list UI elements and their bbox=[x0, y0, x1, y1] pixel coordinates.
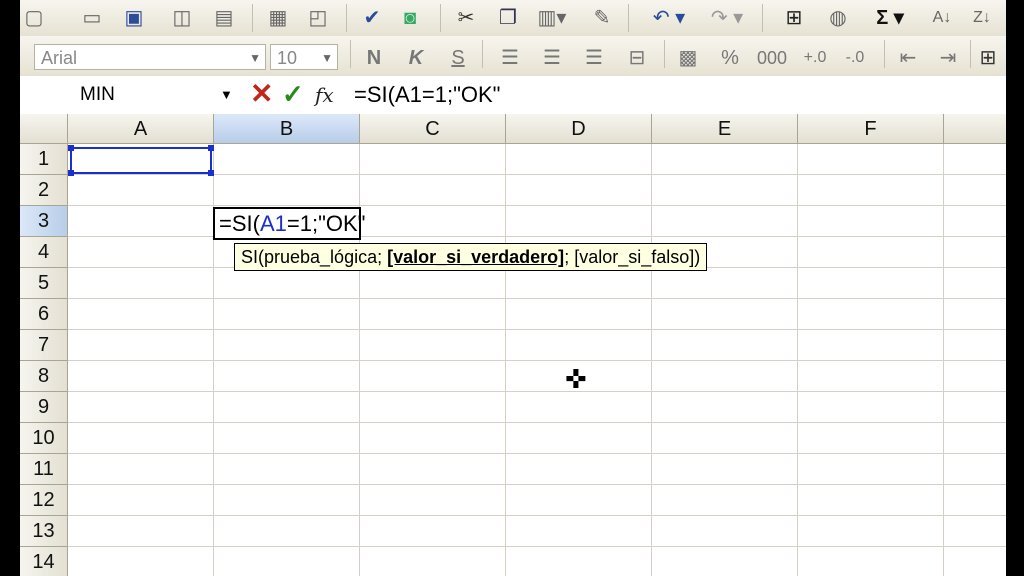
column-header-d[interactable]: D bbox=[506, 114, 652, 144]
cut-icon[interactable]: ✂ bbox=[452, 6, 480, 30]
row-header-6[interactable]: 6 bbox=[20, 299, 68, 330]
permission-icon[interactable]: ◫ bbox=[168, 6, 196, 30]
bold-button[interactable]: N bbox=[360, 46, 388, 70]
row-header-13[interactable]: 13 bbox=[20, 516, 68, 547]
align-left-icon[interactable]: ☰ bbox=[496, 46, 524, 70]
print-preview-icon[interactable]: ▦ bbox=[264, 6, 292, 30]
font-size-select[interactable]: 10 ▼ bbox=[270, 44, 338, 70]
range-handle[interactable] bbox=[68, 170, 74, 176]
function-argument-tooltip: SI(prueba_lógica; [valor_si_verdadero]; … bbox=[234, 243, 708, 271]
row-header-10[interactable]: 10 bbox=[20, 423, 68, 454]
sort-ascending-icon[interactable]: A↓ bbox=[928, 6, 956, 30]
row-header-3[interactable]: 3 bbox=[20, 206, 68, 237]
borders-icon[interactable]: ⊞ bbox=[978, 46, 998, 70]
range-handle[interactable] bbox=[68, 145, 74, 151]
row-header-12[interactable]: 12 bbox=[20, 485, 68, 516]
current-argument: [valor_si_verdadero] bbox=[387, 247, 565, 267]
format-painter-icon[interactable]: ✎ bbox=[588, 6, 616, 30]
insert-function-icon[interactable]: fx bbox=[315, 81, 334, 109]
range-handle[interactable] bbox=[208, 170, 214, 176]
spelling-icon[interactable]: ✔ bbox=[358, 6, 386, 30]
select-all-corner[interactable] bbox=[20, 114, 68, 144]
font-size-value: 10 bbox=[277, 48, 298, 68]
worksheet-grid[interactable]: A B C D E F 1 2 3 4 5 6 7 8 9 10 11 12 1… bbox=[20, 114, 1006, 576]
open-icon[interactable]: ▭ bbox=[78, 6, 106, 30]
sort-descending-icon[interactable]: Z↓ bbox=[968, 6, 996, 30]
increase-decimal-icon[interactable]: +.0 bbox=[798, 46, 832, 70]
percent-button[interactable]: % bbox=[716, 46, 744, 70]
column-header-c[interactable]: C bbox=[360, 114, 506, 144]
chevron-down-icon[interactable]: ▼ bbox=[220, 82, 233, 108]
right-border bbox=[1006, 0, 1024, 576]
merge-center-icon[interactable]: ⊟ bbox=[620, 46, 654, 70]
drawing-icon[interactable]: ◍ bbox=[824, 6, 852, 30]
column-header-f[interactable]: F bbox=[798, 114, 944, 144]
row-header-11[interactable]: 11 bbox=[20, 454, 68, 485]
print-icon[interactable]: ▤ bbox=[210, 6, 238, 30]
new-icon[interactable]: ▢ bbox=[22, 6, 46, 30]
redo-icon[interactable]: ↷ ▾ bbox=[702, 6, 752, 30]
thousands-button[interactable]: 000 bbox=[754, 46, 790, 70]
row-header-7[interactable]: 7 bbox=[20, 330, 68, 361]
decrease-indent-icon[interactable]: ⇤ bbox=[894, 46, 922, 70]
autosum-icon[interactable]: Σ ▾ bbox=[870, 6, 910, 30]
range-handle[interactable] bbox=[208, 145, 214, 151]
cell-edit-text[interactable]: =SI(A1=1;"OK" bbox=[219, 209, 366, 238]
cell-reference: A1 bbox=[259, 211, 287, 236]
underline-button[interactable]: S bbox=[444, 46, 472, 70]
excel-window: ▢ ▭ ▣ ◫ ▤ ▦ ◰ ✔ ◙ ✂ ❐ ▥▾ ✎ ↶ ▾ ↷ ▾ ⊞ ◍ Σ… bbox=[0, 0, 1024, 576]
row-header-14[interactable]: 14 bbox=[20, 547, 68, 576]
column-header-a[interactable]: A bbox=[68, 114, 214, 144]
column-header-b[interactable]: B bbox=[214, 114, 360, 144]
standard-toolbar: ▢ ▭ ▣ ◫ ▤ ▦ ◰ ✔ ◙ ✂ ❐ ▥▾ ✎ ↶ ▾ ↷ ▾ ⊞ ◍ Σ… bbox=[20, 0, 1006, 37]
row-header-1[interactable]: 1 bbox=[20, 144, 68, 175]
undo-icon[interactable]: ↶ ▾ bbox=[644, 6, 694, 30]
decrease-decimal-icon[interactable]: -.0 bbox=[838, 46, 872, 70]
paste-icon[interactable]: ▥▾ bbox=[532, 6, 572, 30]
save-icon[interactable]: ▣ bbox=[120, 6, 148, 30]
formula-bar: MIN ▼ ✕ ✓ fx =SI(A1=1;"OK" bbox=[20, 76, 1006, 115]
column-header-g[interactable] bbox=[944, 114, 1006, 144]
enter-check-icon[interactable]: ✓ bbox=[282, 79, 304, 109]
mouse-cursor-icon: ✜ bbox=[565, 364, 587, 394]
row-header-9[interactable]: 9 bbox=[20, 392, 68, 423]
active-cell-b3[interactable]: =SI(A1=1;"OK" bbox=[213, 207, 366, 240]
column-header-e[interactable]: E bbox=[652, 114, 798, 144]
cancel-icon[interactable]: ✕ bbox=[250, 79, 273, 109]
increase-indent-icon[interactable]: ⇥ bbox=[934, 46, 962, 70]
row-header-8[interactable]: 8 bbox=[20, 361, 68, 392]
name-box[interactable]: MIN bbox=[80, 82, 230, 108]
referenced-cell-a1[interactable] bbox=[68, 145, 214, 176]
research-icon[interactable]: ◙ bbox=[396, 6, 424, 30]
chevron-down-icon: ▼ bbox=[249, 51, 261, 65]
hyperlink-icon[interactable]: ⊞ bbox=[780, 6, 808, 30]
italic-button[interactable]: K bbox=[402, 46, 430, 70]
copy-icon[interactable]: ❐ bbox=[494, 6, 522, 30]
chevron-down-icon: ▼ bbox=[321, 51, 333, 65]
font-name-select[interactable]: Arial ▼ bbox=[34, 44, 266, 70]
currency-icon[interactable]: ▩ bbox=[674, 46, 702, 70]
row-header-4[interactable]: 4 bbox=[20, 237, 68, 268]
font-name-value: Arial bbox=[41, 48, 78, 68]
search-icon[interactable]: ◰ bbox=[304, 6, 332, 30]
left-border bbox=[0, 0, 20, 576]
align-right-icon[interactable]: ☰ bbox=[580, 46, 608, 70]
formula-input[interactable]: =SI(A1=1;"OK" bbox=[354, 81, 500, 109]
row-header-5[interactable]: 5 bbox=[20, 268, 68, 299]
align-center-icon[interactable]: ☰ bbox=[538, 46, 566, 70]
row-header-2[interactable]: 2 bbox=[20, 175, 68, 206]
formatting-toolbar: Arial ▼ 10 ▼ N K S ☰ ☰ ☰ ⊟ ▩ % 000 +.0 -… bbox=[20, 36, 1006, 77]
